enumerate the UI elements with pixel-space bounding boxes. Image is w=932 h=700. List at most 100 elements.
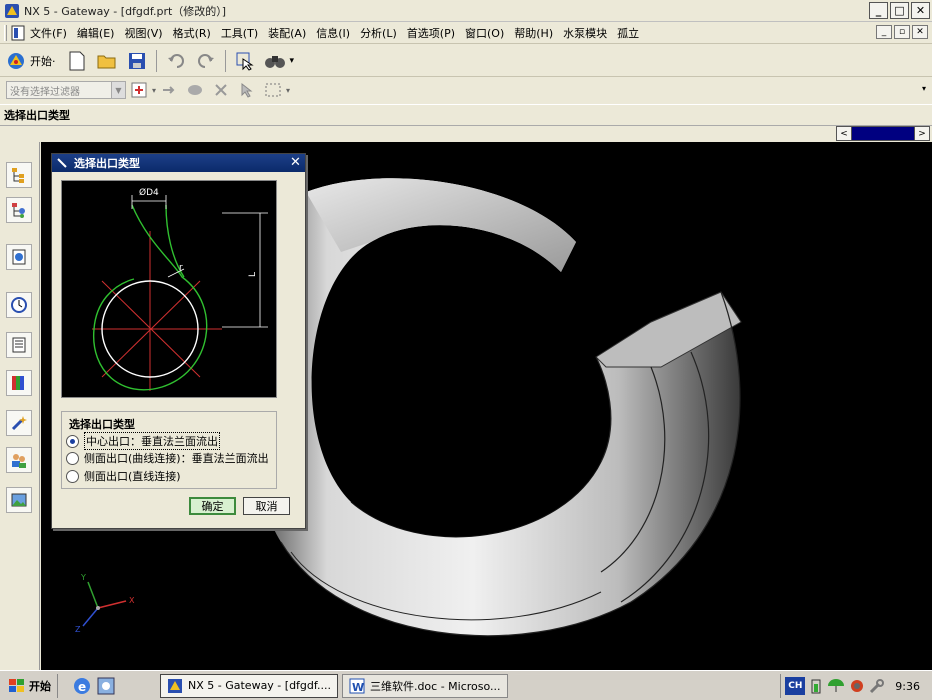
menu-analysis[interactable]: 分析(L) [355,25,402,41]
standard-toolbar: 开始· ▾ [0,45,932,77]
radio-side-line-outlet[interactable] [66,469,79,483]
tray-battery-icon[interactable] [809,678,823,694]
maximize-button[interactable]: □ [890,2,909,19]
menu-view[interactable]: 视图(V) [119,25,167,41]
reuse-library-tab[interactable] [6,332,32,358]
pick-filter-button[interactable] [210,77,232,103]
open-folder-button[interactable] [94,48,120,74]
radio-side-curve-outlet[interactable] [66,451,79,465]
task-nx-gateway[interactable]: NX 5 - Gateway - [dfgdf.... [160,673,338,698]
assembly-navigator-tab[interactable] [6,162,32,188]
ok-button[interactable]: 确定 [189,497,236,515]
curve-rule-button[interactable] [158,77,180,103]
task-word-doc[interactable]: W 三维软件.doc - Microso... [341,673,508,698]
redo-button[interactable] [193,48,219,74]
settings-quicklaunch-icon[interactable] [96,676,116,696]
select-cursor-icon [236,52,254,71]
preview-l-label: L [248,272,258,277]
word-document-icon: W [349,678,365,694]
axis-z-label: Z [75,625,81,634]
menu-file[interactable]: 文件(F) [25,25,72,41]
option-side-curve-outlet[interactable]: 侧面出口(曲线连接)：垂直法兰面流出 [66,450,269,466]
menu-help[interactable]: 帮助(H) [509,25,558,41]
redo-icon [197,53,214,68]
clock-history-tab[interactable] [6,292,32,318]
command-finder-button[interactable] [262,48,288,74]
title-bar: NX 5 - Gateway - [dfgdf.prt（修改的）] _ □ ✕ [0,0,932,22]
new-file-icon [69,51,84,70]
input-language-indicator[interactable]: CH [785,677,806,695]
new-file-button[interactable] [64,48,90,74]
doc-close-button[interactable]: ✕ [912,25,928,39]
doc-minimize-button[interactable]: _ [876,25,892,39]
menu-isolate[interactable]: 孤立 [612,25,644,41]
history-tab[interactable] [6,244,32,270]
process-studio-tab[interactable] [6,410,32,436]
color-palette-icon [12,376,24,390]
status-scroll-track[interactable] [852,126,914,141]
part-navigator-tab[interactable] [6,197,32,223]
toolbar2-overflow-icon[interactable]: ▾ [922,84,926,93]
preview-r-label: r [179,263,183,273]
rectangle-dropdown-icon[interactable]: ▾ [286,86,290,95]
dialog-title-bar[interactable]: 选择出口类型 ✕ [52,154,305,172]
menu-pump-module[interactable]: 水泵模块 [558,25,612,41]
menu-edit[interactable]: 编辑(E) [72,25,120,41]
windows-start-button[interactable]: 开始 [2,673,58,698]
radio-center-outlet[interactable] [66,434,79,448]
option-center-outlet[interactable]: 中心出口：垂直法兰面流出 [66,432,220,450]
history-document-icon [12,249,26,265]
start-menu-button[interactable]: 开始· [0,48,62,74]
volute-body [254,178,741,636]
windows-logo-icon [9,678,24,692]
start-label: 开始· [30,54,56,68]
minimize-button[interactable]: _ [869,2,888,19]
part-tree-icon [12,203,25,218]
status-scroll-right-button[interactable]: > [914,126,930,141]
option-side-line-outlet[interactable]: 侧面出口(直线连接) [66,468,181,484]
snap-dropdown-icon[interactable]: ▾ [152,86,156,95]
palette-tab[interactable] [6,370,32,396]
menu-tools[interactable]: 工具(T) [216,25,263,41]
ie-quicklaunch-icon[interactable]: e [72,676,92,696]
start-label: 开始 [29,679,51,693]
outlet-type-dialog: 选择出口类型 ✕ ØD4 L r 选择出口类型 中心出口：垂直法兰面流出 侧面出… [51,153,306,529]
status-scroll-left-button[interactable]: < [836,126,852,141]
close-button[interactable]: ✕ [911,2,930,19]
tray-network-icon[interactable] [849,678,865,694]
menu-preferences[interactable]: 首选项(P) [402,25,460,41]
type-filter-select[interactable]: 没有选择过滤器 ▼ [6,81,126,99]
menu-format[interactable]: 格式(R) [168,25,216,41]
windows-taskbar: 开始 e NX 5 - Gateway - [dfgdf.... W 三维软件.… [0,670,932,700]
dialog-close-button[interactable]: ✕ [288,155,303,170]
group-title: 选择出口类型 [69,418,135,431]
snap-point-button[interactable] [128,77,150,103]
system-visualization-tab[interactable] [6,487,32,513]
selection-toolbar: 没有选择过滤器 ▼ ▾ ▾ ▾ [0,78,932,102]
menu-window[interactable]: 窗口(O) [460,25,509,41]
svg-text:W: W [352,681,364,694]
undo-icon [167,53,184,68]
menu-info[interactable]: 信息(I) [311,25,355,41]
cancel-button[interactable]: 取消 [243,497,290,515]
doc-restore-button[interactable]: ▫ [894,25,910,39]
status-line: < > [0,125,932,141]
tray-umbrella-icon[interactable] [827,678,845,694]
undo-button[interactable] [163,48,189,74]
save-button[interactable] [124,48,150,74]
face-rule-button[interactable] [184,77,206,103]
clock: 9:36 [895,679,920,693]
menubar-grip[interactable] [4,24,7,41]
tray-tools-icon[interactable] [869,678,885,694]
toolbar-overflow-icon[interactable]: ▾ [290,56,295,66]
menu-assembly[interactable]: 装配(A) [263,25,311,41]
outlet-type-group: 选择出口类型 中心出口：垂直法兰面流出 侧面出口(曲线连接)：垂直法兰面流出 侧… [61,411,277,489]
snap-point-icon [131,82,147,98]
rectangle-select-button[interactable] [262,77,284,103]
selection-intent-button[interactable] [236,77,258,103]
roles-tab[interactable] [6,447,32,473]
select-tool-button[interactable] [232,48,258,74]
outlet-preview-image: ØD4 L r [61,180,277,398]
option-center-outlet-label: 中心出口：垂直法兰面流出 [84,432,220,450]
cursor-icon [241,82,253,98]
